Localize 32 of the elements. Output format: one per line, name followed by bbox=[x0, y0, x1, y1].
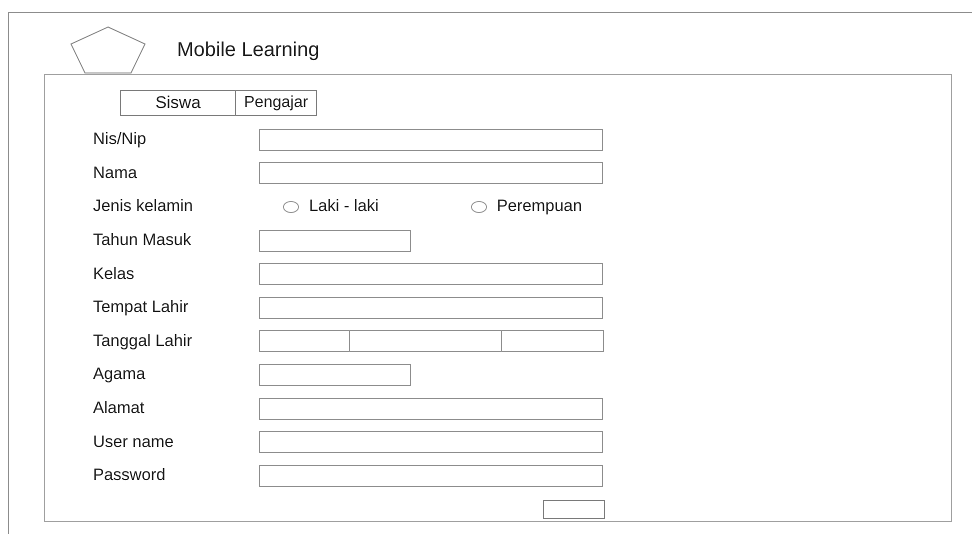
radio-button[interactable] bbox=[470, 200, 487, 213]
field-label: Agama bbox=[92, 365, 146, 384]
input-field[interactable] bbox=[259, 398, 603, 420]
input-field[interactable] bbox=[259, 230, 411, 252]
field-label: Nis/Nip bbox=[92, 130, 148, 150]
radio-button[interactable] bbox=[283, 200, 299, 213]
tab[interactable]: Siswa bbox=[120, 90, 236, 116]
field-label: Tempat Lahir bbox=[92, 298, 190, 318]
input-field[interactable] bbox=[259, 296, 603, 319]
input-field[interactable] bbox=[259, 464, 603, 487]
field-label: Password bbox=[92, 466, 166, 486]
input-field[interactable] bbox=[259, 128, 603, 151]
radio-label: Perempuan bbox=[496, 197, 582, 216]
field-label: Alamat bbox=[92, 399, 146, 418]
input-field[interactable] bbox=[259, 162, 603, 184]
year-field[interactable] bbox=[502, 330, 604, 352]
field-label: Kelas bbox=[92, 264, 136, 284]
app-title: Mobile Learning bbox=[177, 39, 320, 62]
radio-label: Laki - laki bbox=[309, 197, 379, 216]
input-field[interactable] bbox=[259, 263, 603, 286]
field-label: Nama bbox=[92, 164, 138, 183]
pentagon-icon bbox=[70, 26, 146, 74]
month-field[interactable] bbox=[350, 330, 502, 352]
field-label: Tanggal Lahir bbox=[92, 332, 194, 351]
submit-button[interactable] bbox=[543, 500, 605, 519]
input-field[interactable] bbox=[259, 364, 411, 386]
field-label: Tahun Masuk bbox=[92, 231, 192, 250]
day-field[interactable] bbox=[259, 330, 350, 352]
input-field[interactable] bbox=[259, 431, 603, 454]
field-label: User name bbox=[92, 432, 175, 452]
field-label: Jenis kelamin bbox=[92, 197, 194, 216]
tab[interactable]: Pengajar bbox=[236, 90, 318, 116]
